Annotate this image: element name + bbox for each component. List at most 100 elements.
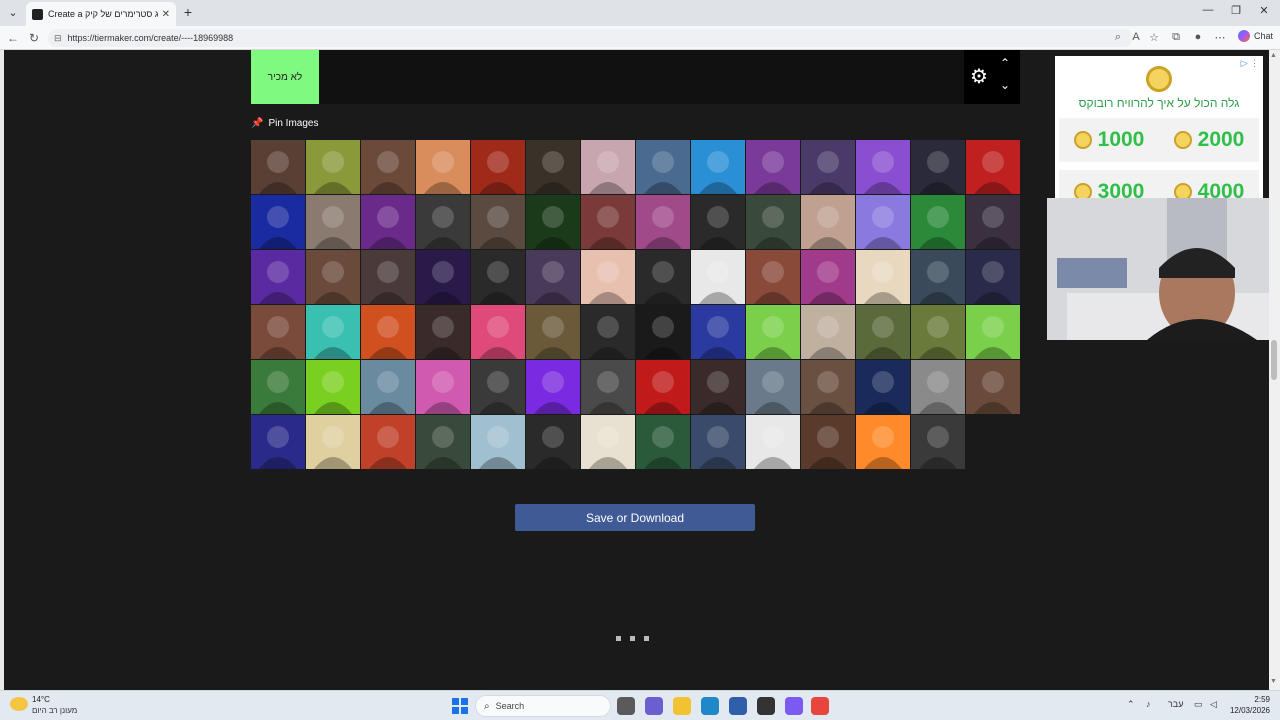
streamer-image[interactable] [691, 140, 745, 194]
streamer-image[interactable] [911, 250, 965, 304]
streamer-image[interactable] [856, 250, 910, 304]
streamer-image[interactable] [581, 140, 635, 194]
pin-images-toggle[interactable]: 📌 Pin Images [251, 118, 318, 129]
streamer-image[interactable] [746, 140, 800, 194]
streamer-image[interactable] [251, 140, 305, 194]
streamer-image[interactable] [801, 305, 855, 359]
streamer-image[interactable] [856, 305, 910, 359]
streamer-image[interactable] [581, 250, 635, 304]
streamer-image[interactable] [966, 195, 1020, 249]
streamer-image[interactable] [416, 415, 470, 469]
streamer-image[interactable] [306, 195, 360, 249]
streamer-image[interactable] [361, 360, 415, 414]
streamer-image[interactable] [911, 415, 965, 469]
streamer-image[interactable] [526, 415, 580, 469]
streamer-image[interactable] [691, 360, 745, 414]
clock-date[interactable]: 12/03/2026 [1226, 706, 1270, 715]
task-view-icon[interactable] [617, 697, 635, 715]
streamer-image[interactable] [416, 250, 470, 304]
refresh-icon[interactable]: ↻ [26, 30, 42, 46]
streamer-image[interactable] [636, 360, 690, 414]
streamer-image[interactable] [526, 360, 580, 414]
streamer-image[interactable] [361, 305, 415, 359]
streamer-image[interactable] [966, 360, 1020, 414]
streamer-image[interactable] [306, 360, 360, 414]
site-info-icon[interactable]: ⊟ [54, 33, 62, 44]
streamer-image[interactable] [856, 140, 910, 194]
streamer-image[interactable] [251, 415, 305, 469]
back-icon[interactable]: ← [5, 30, 21, 46]
streamer-image[interactable] [856, 360, 910, 414]
network-icon[interactable]: ▭ [1194, 699, 1203, 710]
streamer-image[interactable] [251, 195, 305, 249]
streamer-image[interactable] [306, 415, 360, 469]
streamer-image[interactable] [746, 250, 800, 304]
profile-icon[interactable]: ● [1191, 31, 1205, 43]
streamer-image[interactable] [361, 140, 415, 194]
streamer-image[interactable] [746, 305, 800, 359]
tier-row[interactable]: לא מכיר ⚙ ⌃ ⌄ [251, 50, 1020, 104]
streamer-image[interactable] [416, 195, 470, 249]
move-down-icon[interactable]: ⌄ [1000, 78, 1010, 92]
streamer-image[interactable] [691, 250, 745, 304]
url-field[interactable]: ⊟ https://tiermaker.com/create/----18969… [48, 29, 1133, 47]
streamer-image[interactable] [471, 140, 525, 194]
robux-ad[interactable]: ▷ ⋮ גלה הכול על איך להרוויח רובוקס 1000 … [1055, 56, 1263, 214]
streamer-image[interactable] [636, 305, 690, 359]
streamer-image[interactable] [581, 415, 635, 469]
streamer-image[interactable] [471, 195, 525, 249]
streamer-image[interactable] [471, 415, 525, 469]
streamer-image[interactable] [361, 415, 415, 469]
teams-icon[interactable] [645, 697, 663, 715]
show-hidden-icons-icon[interactable]: ⌃ [1127, 699, 1135, 710]
streamer-image[interactable] [966, 250, 1020, 304]
scroll-up-icon[interactable]: ▲ [1270, 52, 1277, 59]
streamer-image[interactable] [416, 360, 470, 414]
favorite-star-icon[interactable]: ☆ [1147, 31, 1161, 44]
streamer-image[interactable] [361, 195, 415, 249]
streamer-image[interactable] [856, 415, 910, 469]
more-options-icon[interactable]: ⋯ [1213, 31, 1227, 44]
app-icon[interactable] [757, 697, 775, 715]
tier-label[interactable]: לא מכיר [251, 50, 319, 104]
streamer-image[interactable] [801, 250, 855, 304]
scrollbar[interactable]: ▲ ▼ [1269, 50, 1280, 690]
streamer-image[interactable] [526, 195, 580, 249]
taskbar-search[interactable]: ⌕ Search [475, 695, 611, 717]
streamer-image[interactable] [911, 140, 965, 194]
streamer-image[interactable] [471, 305, 525, 359]
scroll-thumb[interactable] [1271, 340, 1277, 380]
weather-icon[interactable] [10, 697, 28, 711]
streamer-image[interactable] [636, 415, 690, 469]
streamer-image[interactable] [636, 195, 690, 249]
ad-info-icon[interactable]: ▷ ⋮ [1241, 58, 1259, 69]
maximize-icon[interactable]: ❐ [1226, 4, 1246, 17]
save-or-download-button[interactable]: Save or Download [515, 504, 755, 531]
streamer-image[interactable] [911, 305, 965, 359]
scroll-down-icon[interactable]: ▼ [1270, 678, 1277, 685]
close-window-icon[interactable]: ✕ [1254, 4, 1274, 17]
streamer-image[interactable] [471, 250, 525, 304]
ad-amount-box[interactable]: 1000 [1059, 118, 1159, 162]
streamer-image[interactable] [911, 360, 965, 414]
chrome-icon[interactable] [811, 697, 829, 715]
volume-icon[interactable]: ◁ [1210, 699, 1217, 710]
microphone-icon[interactable]: ♪ [1146, 699, 1151, 709]
streamer-image[interactable] [416, 140, 470, 194]
tab-list-icon[interactable]: ⌄ [4, 4, 22, 22]
streamer-image[interactable] [526, 305, 580, 359]
streamer-image[interactable] [251, 250, 305, 304]
streamer-image[interactable] [966, 305, 1020, 359]
clock-time[interactable]: 2:59 [1236, 695, 1270, 704]
streamer-image[interactable] [526, 140, 580, 194]
streamer-image[interactable] [636, 140, 690, 194]
streamer-image[interactable] [801, 195, 855, 249]
streamer-image[interactable] [801, 415, 855, 469]
browser-tab[interactable]: Create a דירוג סטרימרים של קיק T ✕ [26, 2, 176, 26]
streamer-image[interactable] [306, 305, 360, 359]
streamer-image[interactable] [856, 195, 910, 249]
streamer-image[interactable] [911, 195, 965, 249]
streamer-image[interactable] [966, 140, 1020, 194]
move-up-icon[interactable]: ⌃ [1000, 56, 1010, 70]
streamer-image[interactable] [691, 415, 745, 469]
